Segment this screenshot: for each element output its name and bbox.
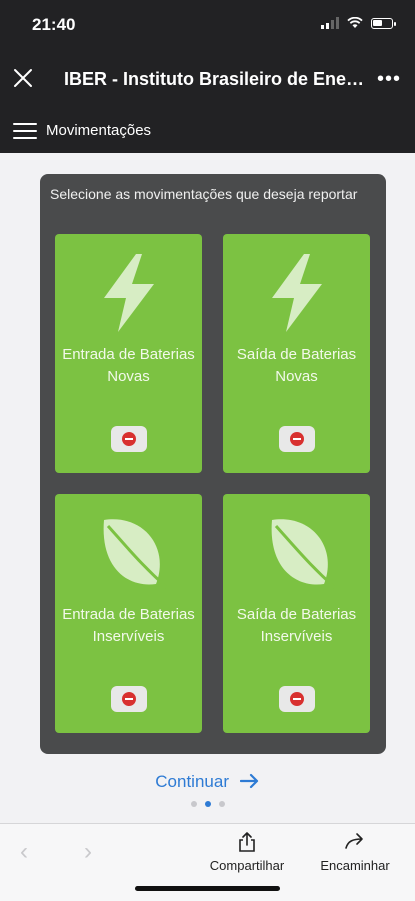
tile-entrada-inserviveis[interactable]: Entrada de Baterias Inservíveis	[55, 494, 202, 733]
remove-icon	[122, 692, 136, 706]
bottom-toolbar: ‹ › Compartilhar Encaminhar	[0, 823, 415, 901]
lightning-icon	[272, 254, 322, 332]
home-indicator	[135, 886, 280, 891]
share-icon	[239, 832, 255, 852]
tile-label: Saída de Baterias Inservíveis	[236, 606, 357, 645]
continue-button[interactable]: Continuar	[0, 772, 415, 792]
continue-label: Continuar	[155, 772, 229, 791]
page-dot	[218, 801, 225, 807]
lightning-icon	[104, 254, 154, 332]
nav-label: Movimentações	[46, 122, 152, 139]
remove-icon	[122, 432, 136, 446]
close-icon[interactable]	[12, 67, 34, 89]
status-bar: 21:40	[0, 0, 415, 50]
tile-saida-inserviveis[interactable]: Saída de Baterias Inservíveis	[223, 494, 370, 733]
leaf-icon	[103, 519, 167, 590]
cellular-signal-icon	[321, 17, 339, 29]
tile-label: Saída de Baterias Novas	[236, 346, 357, 385]
remove-button[interactable]	[111, 686, 147, 712]
page-indicator	[0, 801, 415, 807]
movements-panel: Selecione as movimentações que deseja re…	[40, 174, 386, 754]
hamburger-menu-icon[interactable]	[13, 123, 37, 139]
page-dot-active	[204, 801, 211, 807]
remove-button[interactable]	[279, 686, 315, 712]
forward-arrow-icon	[345, 833, 363, 849]
remove-icon	[290, 432, 304, 446]
forward-button[interactable]: Encaminhar	[313, 832, 397, 873]
share-button[interactable]: Compartilhar	[203, 832, 291, 873]
panel-prompt: Selecione as movimentações que deseja re…	[50, 186, 358, 202]
title-bar: IBER - Instituto Brasileiro de Energia R…	[0, 50, 415, 108]
page-title: IBER - Instituto Brasileiro de Energia R…	[64, 69, 369, 89]
more-icon[interactable]: •••	[377, 68, 401, 91]
tile-saida-novas[interactable]: Saída de Baterias Novas	[223, 234, 370, 473]
tile-entrada-novas[interactable]: Entrada de Baterias Novas	[55, 234, 202, 473]
wifi-icon	[347, 17, 363, 28]
back-chevron-icon[interactable]: ‹	[20, 838, 28, 866]
arrow-right-icon	[239, 773, 258, 789]
share-label: Compartilhar	[209, 858, 285, 873]
remove-button[interactable]	[279, 426, 315, 452]
status-icons	[321, 17, 396, 29]
leaf-icon	[271, 519, 335, 590]
forward-label: Encaminhar	[320, 858, 390, 873]
status-time: 21:40	[32, 15, 76, 34]
remove-icon	[290, 692, 304, 706]
forward-chevron-icon[interactable]: ›	[84, 838, 92, 866]
remove-button[interactable]	[111, 426, 147, 452]
battery-icon	[371, 17, 396, 29]
page-dot	[190, 801, 197, 807]
tile-label: Entrada de Baterias Novas	[62, 346, 195, 385]
nav-bar: Movimentações	[0, 108, 415, 153]
tile-label: Entrada de Baterias Inservíveis	[62, 606, 195, 645]
